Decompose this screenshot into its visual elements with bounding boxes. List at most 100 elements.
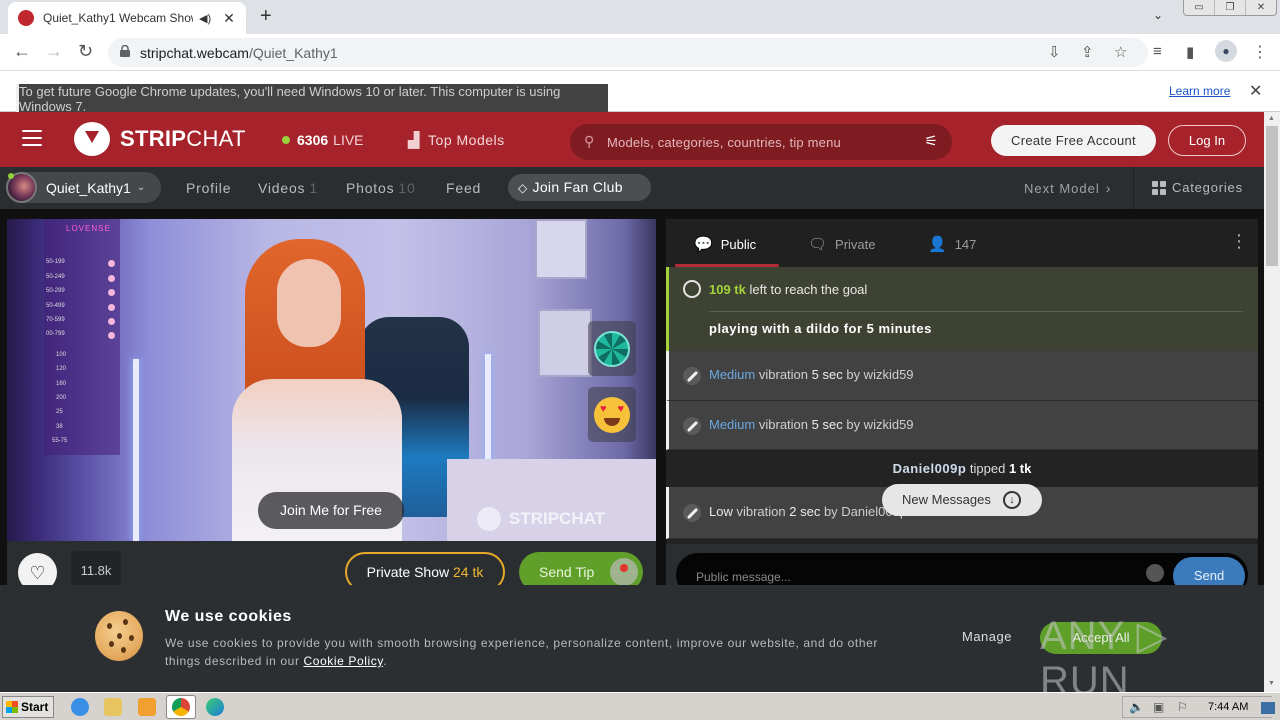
profile-avatar-icon[interactable]: ●: [1215, 40, 1237, 62]
goal-message: 109 tk left to reach the goal playing wi…: [666, 267, 1258, 351]
new-messages-button[interactable]: New Messages ↓: [882, 484, 1042, 516]
back-icon[interactable]: ←: [13, 41, 31, 62]
lock-icon: [120, 45, 130, 57]
video-player[interactable]: LOVENSE 50-199 50-249 50-299 50-499 70-5…: [7, 219, 656, 541]
close-tab-icon[interactable]: ✕: [223, 10, 235, 27]
filter-sliders-icon[interactable]: ⚟: [925, 132, 938, 150]
goal-text: left to reach the goal: [749, 282, 868, 297]
manage-cookies-button[interactable]: Manage: [962, 629, 1012, 644]
anyrun-watermark: ANY ▷ RUN: [1040, 614, 1169, 692]
install-app-icon[interactable]: ⇩: [1048, 43, 1061, 61]
vibration-level: Medium: [709, 367, 756, 382]
emoji-reaction-button[interactable]: [588, 387, 636, 442]
scroll-up-icon[interactable]: ▲: [1268, 115, 1275, 122]
heart-eyes-emoji-icon: [594, 396, 630, 433]
chrome-menu-icon[interactable]: ⋮: [1252, 42, 1268, 62]
volume-icon[interactable]: 🔈: [1129, 700, 1144, 714]
address-bar[interactable]: stripchat.webcam/Quiet_Kathy1 ⇩ ⇪ ☆: [108, 38, 1148, 67]
menu-hamburger-icon[interactable]: [22, 130, 42, 146]
vibrator-icon: [683, 417, 701, 435]
start-button[interactable]: Start: [2, 696, 54, 718]
chrome-update-infobar: To get future Google Chrome updates, you…: [0, 71, 1280, 115]
lovense-brand: LOVENSE: [66, 224, 111, 233]
minimize-button[interactable]: ▭: [1184, 0, 1215, 15]
top-models-link[interactable]: ▟ Top Models: [408, 131, 505, 149]
internet-explorer-icon[interactable]: [71, 698, 89, 716]
action-center-flag-icon[interactable]: ⚐: [1177, 700, 1188, 714]
tipper-name[interactable]: Daniel009p: [893, 461, 967, 476]
categories-button[interactable]: Categories: [1152, 180, 1243, 195]
stripchat-logo[interactable]: STRIPCHAT: [74, 122, 246, 156]
model-dropdown[interactable]: Quiet_Kathy1 ⌄: [6, 172, 161, 203]
scrollbar-thumb[interactable]: [1266, 126, 1278, 266]
lovense-row: 120: [56, 366, 67, 372]
join-fan-club-button[interactable]: ◇ Join Fan Club: [508, 174, 651, 201]
audio-playing-icon[interactable]: ◀): [199, 12, 211, 25]
lovense-row: 50-249: [46, 274, 65, 280]
lovense-row: 50-199: [46, 259, 65, 265]
user-icon: 👤: [928, 236, 947, 253]
vibration-level: Low: [709, 504, 733, 519]
private-show-label: Private Show: [366, 564, 450, 580]
browser-tab[interactable]: Quiet_Kathy1 Webcam Show | S ◀) ✕: [8, 2, 246, 34]
message-user: by wizkid59: [846, 417, 914, 432]
goal-amount: 109 tk: [709, 282, 746, 297]
tab-search-chevron-icon[interactable]: ⌄: [1153, 8, 1163, 22]
lovense-row: 50-299: [46, 288, 65, 294]
live-count: 6306: [297, 132, 329, 148]
network-icon[interactable]: ▣: [1153, 700, 1164, 714]
vibration-duration: 5 sec: [811, 367, 843, 382]
subnav-videos[interactable]: Videos 1: [258, 180, 318, 196]
tab-users[interactable]: 👤 147: [928, 235, 976, 253]
next-model-button[interactable]: Next Model ›: [1024, 180, 1111, 196]
tab-public-chat[interactable]: 💬 Public: [694, 235, 756, 253]
show-desktop-icon[interactable]: [1261, 702, 1275, 714]
join-me-for-free-button[interactable]: Join Me for Free: [258, 492, 404, 529]
bookmark-star-icon[interactable]: ☆: [1114, 43, 1127, 61]
reload-icon[interactable]: ↻: [78, 41, 93, 62]
file-explorer-icon[interactable]: [104, 698, 122, 716]
new-tab-button[interactable]: +: [260, 5, 272, 28]
media-control-icon[interactable]: ≡: [1153, 43, 1162, 60]
site-header: STRIPCHAT 6306 LIVE ▟ Top Models ⚲ Model…: [0, 112, 1264, 167]
restore-button[interactable]: ❐: [1215, 0, 1246, 15]
learn-more-link[interactable]: Learn more: [1169, 84, 1230, 98]
scroll-down-icon[interactable]: ▼: [1268, 680, 1275, 687]
login-button[interactable]: Log In: [1168, 125, 1246, 156]
message-placeholder: Public message...: [696, 570, 791, 584]
lovense-row: 200: [56, 395, 67, 401]
tab-title: Quiet_Kathy1 Webcam Show | S: [43, 11, 193, 25]
subnav-feed[interactable]: Feed: [446, 180, 481, 196]
page-scrollbar[interactable]: ▲ ▼: [1264, 112, 1280, 692]
vibration-duration: 5 sec: [811, 417, 843, 432]
fortune-wheel-button[interactable]: [588, 321, 636, 376]
create-free-account-button[interactable]: Create Free Account: [991, 125, 1156, 156]
grid-icon: [1152, 180, 1166, 195]
watermark-text: STRIPCHAT: [509, 509, 606, 528]
browser-tab-strip: Quiet_Kathy1 Webcam Show | S ◀) ✕ + ⌄ ▭ …: [0, 0, 1280, 34]
cookie-policy-link[interactable]: Cookie Policy: [303, 654, 383, 668]
search-input[interactable]: ⚲ Models, categories, countries, tip men…: [570, 124, 952, 160]
forward-icon[interactable]: →: [45, 41, 63, 62]
message-text: vibration: [736, 504, 786, 519]
videos-count: 1: [309, 180, 318, 196]
share-icon[interactable]: ⇪: [1081, 43, 1094, 61]
close-infobar-icon[interactable]: ✕: [1249, 81, 1262, 101]
webpage: STRIPCHAT 6306 LIVE ▟ Top Models ⚲ Model…: [0, 112, 1264, 692]
lovense-row: 160: [56, 381, 67, 387]
emoji-smile-icon[interactable]: [1146, 564, 1164, 582]
chat-more-options-icon[interactable]: ⋮: [1230, 231, 1248, 252]
live-counter[interactable]: 6306 LIVE: [282, 132, 364, 148]
vibe-icon: [108, 332, 115, 339]
tab-private-chat[interactable]: 🗨 Private: [808, 235, 876, 253]
side-panel-icon[interactable]: ▮: [1186, 43, 1194, 61]
subnav-profile[interactable]: Profile: [186, 180, 231, 196]
edge-icon[interactable]: [206, 698, 224, 716]
model-avatar: [6, 172, 37, 203]
tip-message: Daniel009p tipped 1 tk: [666, 450, 1258, 487]
subnav-photos[interactable]: Photos 10: [346, 180, 416, 196]
close-window-button[interactable]: ✕: [1246, 0, 1276, 15]
media-player-icon[interactable]: [138, 698, 156, 716]
video-scene: [277, 259, 341, 347]
clock[interactable]: 7:44 AM: [1208, 701, 1248, 713]
